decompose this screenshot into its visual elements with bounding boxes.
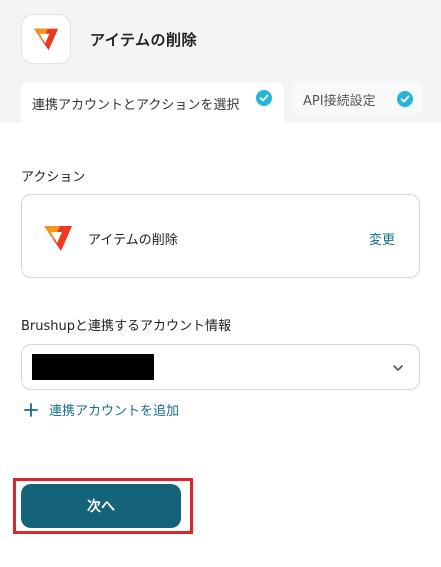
page-title: アイテムの削除 [90, 31, 198, 49]
check-circle-icon [256, 90, 272, 106]
account-section-label: Brushupと連携するアカウント情報 [21, 319, 232, 334]
action-name: アイテムの削除 [88, 233, 178, 248]
tab-label: API接続設定 [303, 93, 376, 109]
app-logo [21, 14, 71, 64]
tab-label: 連携アカウントとアクションを選択 [32, 97, 240, 113]
tab-select-account-action[interactable]: 連携アカウントとアクションを選択 [21, 82, 284, 124]
add-account-link[interactable]: 連携アカウントを追加 [23, 400, 179, 419]
action-section-label: アクション [21, 170, 86, 185]
next-button[interactable]: 次へ [21, 484, 181, 528]
page: アイテムの削除 連携アカウントとアクションを選択 API接続設定 アクション ア… [0, 0, 441, 567]
tab-api-settings[interactable]: API接続設定 [292, 82, 422, 116]
change-action-link[interactable]: 変更 [369, 229, 395, 248]
brushup-logo-icon [33, 28, 59, 51]
add-account-label: 連携アカウントを追加 [49, 404, 180, 419]
redacted-account-value [32, 354, 154, 380]
brushup-logo-icon [44, 226, 72, 251]
action-card: アイテムの削除 変更 [21, 194, 420, 278]
account-select[interactable] [21, 344, 420, 390]
check-circle-icon [397, 91, 413, 107]
chevron-down-icon [393, 365, 403, 371]
plus-icon [24, 402, 38, 417]
header: アイテムの削除 連携アカウントとアクションを選択 API接続設定 [0, 0, 441, 124]
